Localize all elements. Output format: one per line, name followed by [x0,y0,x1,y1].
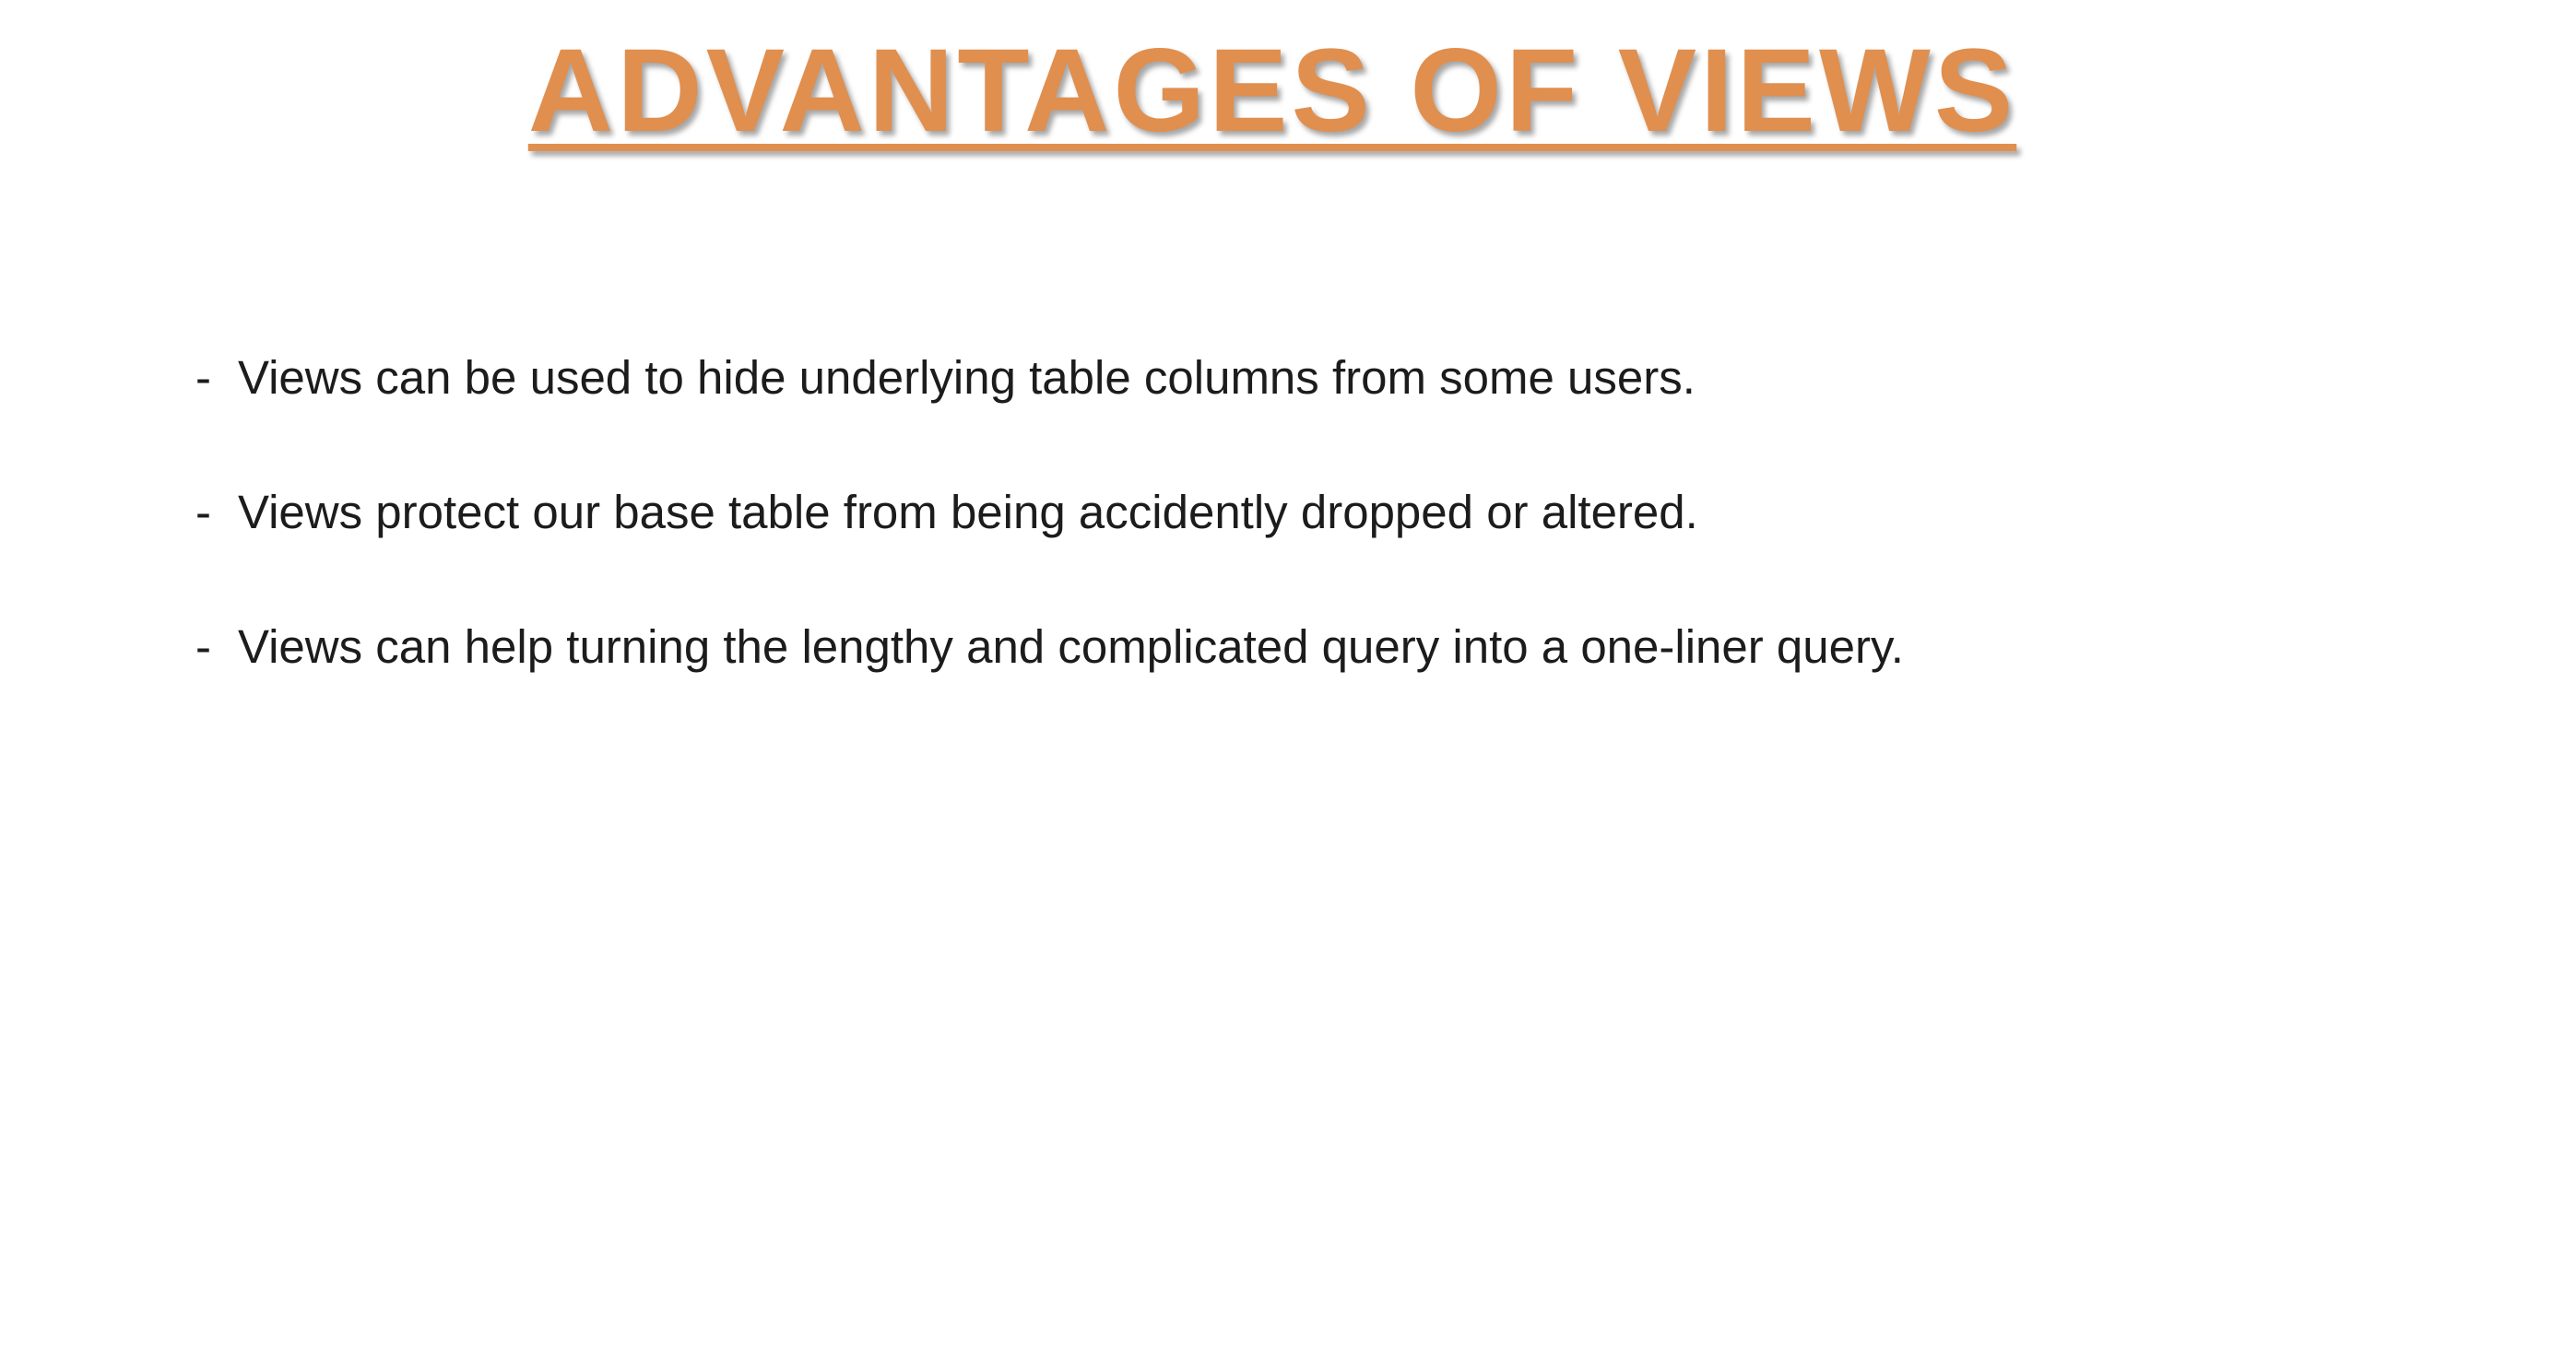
slide: ADVANTAGES OF VIEWS - Views can be used t… [0,0,2576,1366]
list-item: - Views can be used to hide underlying ta… [195,339,1904,474]
bullet-dash: - [195,620,211,673]
slide-title: ADVANTAGES OF VIEWS [527,25,2017,157]
list-item: - Views can help turning the lengthy and … [195,608,1904,743]
bullet-text: Views can be used to hide underlying tab… [238,351,1696,404]
bullet-dash: - [195,486,211,538]
bullet-text: Views can help turning the lengthy and c… [238,620,1904,673]
bullet-dash: - [195,351,211,404]
bullet-text: Views protect our base table from being … [238,486,1698,538]
list-item: - Views protect our base table from being… [195,474,1904,608]
bullet-list: - Views can be used to hide underlying ta… [195,339,1904,743]
